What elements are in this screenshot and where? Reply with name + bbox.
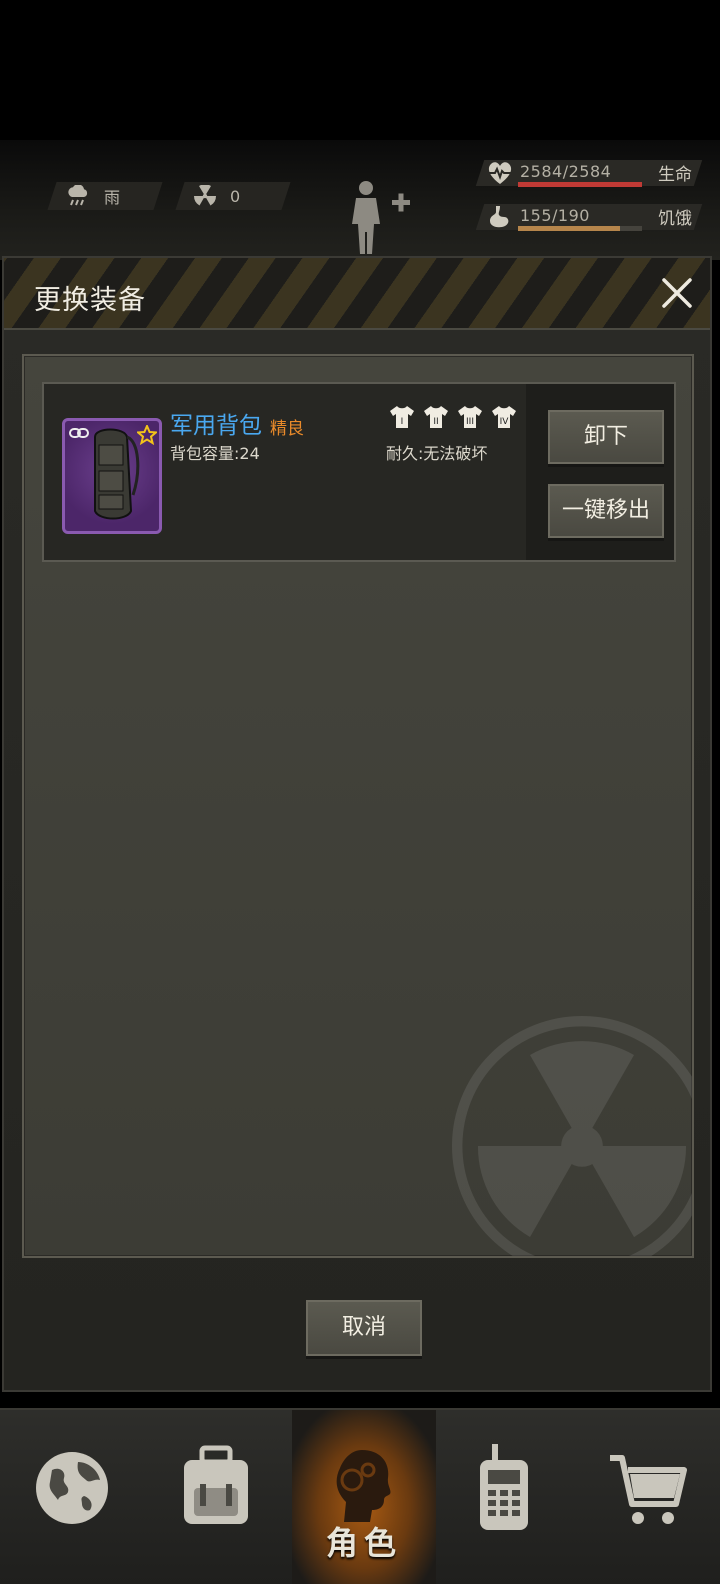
list-item[interactable]: 军用背包 精良 背包容量:24 I II III IV 耐久:无法破坏 卸下 一… xyxy=(42,382,676,562)
item-name: 军用背包 xyxy=(170,413,262,439)
nav-item-world[interactable] xyxy=(0,1410,144,1584)
radiation-watermark-icon xyxy=(452,1016,692,1256)
bottom-nav: 角色 xyxy=(0,1408,720,1584)
globe-icon xyxy=(36,1452,108,1524)
slot-tier-label: I xyxy=(401,417,404,427)
radiation-icon xyxy=(194,185,216,206)
shirt-tier-1-icon: I xyxy=(390,406,414,428)
move-out-all-button[interactable]: 一键移出 xyxy=(548,484,664,538)
health-bar xyxy=(518,182,642,187)
radio-icon xyxy=(480,1444,528,1530)
item-quality: 精良 xyxy=(270,419,304,439)
slot-tier-label: IV xyxy=(500,417,510,427)
nav-label-character: 角色 xyxy=(325,1524,402,1562)
weather-text: 雨 xyxy=(104,188,121,207)
item-icon-frame[interactable] xyxy=(62,418,162,534)
item-durability: 耐久:无法破坏 xyxy=(386,444,488,463)
shirt-tier-2-icon: II xyxy=(424,406,448,428)
nav-item-shop[interactable] xyxy=(576,1410,720,1584)
slot-tier-label: III xyxy=(466,417,474,427)
weather-indicator[interactable]: 雨 xyxy=(47,182,163,210)
cancel-button[interactable]: 取消 xyxy=(306,1300,422,1356)
health-value: 2584/2584 xyxy=(520,162,612,181)
health-stat: 2584/2584 生命 xyxy=(475,158,703,188)
shirt-tier-3-icon: III xyxy=(458,406,482,428)
dialog-header: 更换装备 xyxy=(4,258,710,330)
hunger-bar xyxy=(518,226,642,231)
close-icon[interactable] xyxy=(658,274,696,312)
equipment-list[interactable]: 军用背包 精良 背包容量:24 I II III IV 耐久:无法破坏 卸下 一… xyxy=(22,354,694,1258)
health-label: 生命 xyxy=(658,165,692,185)
status-hud: 雨 0 2584/2584 生命 155/190 饥饿 xyxy=(0,140,720,260)
nav-item-radio[interactable] xyxy=(432,1410,576,1584)
nav-item-character[interactable]: 角色 xyxy=(292,1410,436,1584)
hunger-value: 155/190 xyxy=(520,206,590,225)
slot-tier-icons: I II III IV xyxy=(388,404,518,430)
item-capacity: 背包容量:24 xyxy=(170,444,260,463)
hunger-label: 饥饿 xyxy=(658,209,692,229)
backpack-icon xyxy=(184,1445,248,1524)
shirt-tier-4-icon: IV xyxy=(492,406,516,428)
radiation-indicator[interactable]: 0 xyxy=(175,182,291,210)
star-icon xyxy=(137,425,157,445)
change-equipment-dialog: 更换装备 军用背包 精良 背包容量:24 I II III IV 耐久:无法破坏… xyxy=(2,256,712,1392)
radiation-value: 0 xyxy=(230,186,241,206)
slot-tier-label: II xyxy=(433,417,438,427)
heart-pulse-icon xyxy=(488,162,512,184)
dialog-title: 更换装备 xyxy=(34,285,146,316)
stomach-icon xyxy=(490,206,509,228)
nav-item-inventory[interactable] xyxy=(144,1410,288,1584)
body-plus-icon xyxy=(352,181,410,254)
hunger-stat: 155/190 饥饿 xyxy=(475,202,703,232)
game-screen: 雨 0 2584/2584 生命 155/190 饥饿 更换装备 军用背包 精良… xyxy=(0,0,720,1584)
cart-icon xyxy=(610,1455,687,1524)
link-icon xyxy=(69,428,89,438)
rain-cloud-icon xyxy=(68,185,88,206)
body-status-button[interactable] xyxy=(346,178,416,258)
unequip-button[interactable]: 卸下 xyxy=(548,410,664,464)
